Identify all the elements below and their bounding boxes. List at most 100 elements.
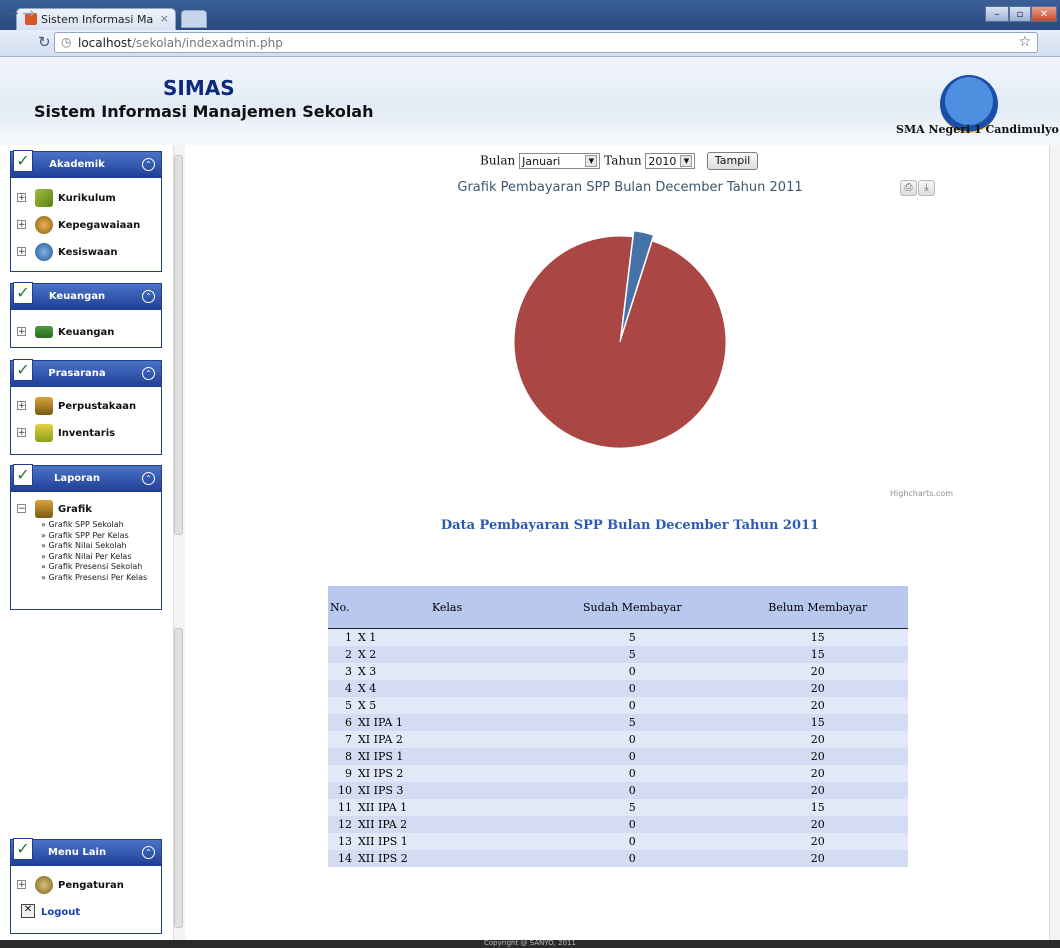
sidebar-item-pengaturan[interactable]: + Pengaturan bbox=[11, 872, 161, 899]
row-number: 8 bbox=[328, 748, 356, 765]
row-belum-membayar: 20 bbox=[727, 731, 908, 748]
row-kelas: X 3 bbox=[355, 663, 538, 680]
sidebar-link-grafik-presensi-per-kelas[interactable]: » Grafik Presensi Per Kelas bbox=[11, 573, 161, 584]
sidebar-item-kepegawaiaan[interactable]: + Kepegawaiaan bbox=[11, 212, 161, 239]
sidebar-item-perpustakaan[interactable]: + Perpustakaan bbox=[11, 393, 161, 420]
collapse-tree-icon[interactable]: − bbox=[17, 504, 26, 514]
panel-header[interactable]: ✓ Prasarana ⌃ bbox=[11, 359, 161, 387]
panel-title: Prasarana bbox=[48, 368, 106, 379]
close-window-button[interactable]: ✕ bbox=[1031, 6, 1057, 22]
sidebar-item-logout[interactable]: ✕ Logout bbox=[11, 899, 161, 926]
page-info-icon[interactable]: ◷ bbox=[61, 35, 71, 49]
row-number: 4 bbox=[328, 680, 356, 697]
school-name: SMA Negeri 1 Candimulyo bbox=[896, 123, 1059, 136]
panel-title: Keuangan bbox=[48, 291, 106, 302]
row-belum-membayar: 20 bbox=[727, 833, 908, 850]
print-icon[interactable]: ⎙ bbox=[900, 180, 917, 196]
sidebar-item-inventaris[interactable]: + Inventaris bbox=[11, 420, 161, 447]
collapse-icon[interactable]: ⌃ bbox=[142, 158, 155, 171]
tampil-button[interactable]: Tampil bbox=[706, 152, 759, 170]
row-sudah-membayar: 5 bbox=[537, 646, 728, 663]
panel-title: Laporan bbox=[54, 473, 100, 484]
new-tab-button[interactable] bbox=[181, 10, 207, 28]
pie-slice[interactable] bbox=[513, 235, 727, 449]
address-bar[interactable]: ◷ localhost/sekolah/indexadmin.php ☆ bbox=[54, 32, 1038, 53]
table-row: 10 XI IPS 3 0 20 bbox=[328, 782, 908, 799]
row-belum-membayar: 15 bbox=[727, 714, 908, 731]
close-tab-icon[interactable]: × bbox=[160, 12, 169, 25]
reload-icon[interactable]: ↻ bbox=[38, 33, 51, 51]
sidebar-link-grafik-nilai-per-kelas[interactable]: » Grafik Nilai Per Kelas bbox=[11, 552, 161, 563]
money-icon bbox=[35, 326, 53, 338]
forward-icon[interactable]: → bbox=[22, 4, 35, 22]
row-number: 6 bbox=[328, 714, 356, 731]
back-icon[interactable]: ← bbox=[6, 4, 19, 22]
tahun-label: Tahun bbox=[604, 153, 642, 168]
page-scrollbar[interactable] bbox=[1049, 145, 1060, 945]
footer-text: Copyright @ SANYO, 2011 bbox=[484, 939, 576, 947]
sidebar-item-keuangan[interactable]: + Keuangan bbox=[11, 319, 161, 346]
sidebar-link-grafik-spp-per-kelas[interactable]: » Grafik SPP Per Kelas bbox=[11, 531, 161, 542]
chevron-down-icon[interactable]: ▼ bbox=[680, 155, 693, 167]
panel-title: Menu Lain bbox=[47, 847, 107, 858]
sidebar-item-grafik[interactable]: − Grafik bbox=[11, 496, 161, 520]
row-number: 3 bbox=[328, 663, 356, 680]
collapse-icon[interactable]: ⌃ bbox=[142, 846, 155, 859]
panel-header[interactable]: ✓ Menu Lain ⌃ bbox=[11, 838, 161, 866]
row-kelas: XII IPS 1 bbox=[355, 833, 538, 850]
sidebar-item-kurikulum[interactable]: + Kurikulum bbox=[11, 185, 161, 212]
expand-icon[interactable]: + bbox=[17, 327, 26, 337]
sidebar-link-grafik-nilai-sekolah[interactable]: » Grafik Nilai Sekolah bbox=[11, 541, 161, 552]
minimize-button[interactable]: – bbox=[985, 6, 1009, 22]
sidebar-item-kesiswaan[interactable]: + Kesiswaan bbox=[11, 239, 161, 266]
row-kelas: XI IPA 2 bbox=[355, 731, 538, 748]
panel-prasarana: ✓ Prasarana ⌃ + Perpustakaan + Inventari… bbox=[10, 359, 162, 455]
collapse-icon[interactable]: ⌃ bbox=[142, 367, 155, 380]
sidebar-link-grafik-presensi-sekolah[interactable]: » Grafik Presensi Sekolah bbox=[11, 562, 161, 573]
expand-icon[interactable]: + bbox=[17, 193, 26, 203]
chevron-down-icon[interactable]: ▼ bbox=[585, 155, 598, 167]
row-kelas: XI IPS 3 bbox=[355, 782, 538, 799]
sidebar-scroll-thumb[interactable] bbox=[174, 628, 183, 928]
library-icon bbox=[35, 397, 53, 415]
bookmark-star-icon[interactable]: ☆ bbox=[1018, 34, 1031, 50]
panel-header[interactable]: ✓ Laporan ⌃ bbox=[11, 464, 161, 492]
row-belum-membayar: 20 bbox=[727, 663, 908, 680]
staff-icon bbox=[35, 216, 53, 234]
panel-laporan: ✓ Laporan ⌃ − Grafik » Grafik SPP Sekola… bbox=[10, 464, 162, 610]
expand-icon[interactable]: + bbox=[17, 247, 26, 257]
panel-header[interactable]: ✓ Keuangan ⌃ bbox=[11, 282, 161, 310]
row-sudah-membayar: 0 bbox=[537, 782, 728, 799]
browser-tab[interactable]: Sistem Informasi Manajeme × bbox=[16, 8, 176, 30]
page-footer: Copyright @ SANYO, 2011 bbox=[0, 940, 1060, 948]
table-row: 9 XI IPS 2 0 20 bbox=[328, 765, 908, 782]
row-sudah-membayar: 5 bbox=[537, 628, 728, 646]
expand-icon[interactable]: + bbox=[17, 428, 26, 438]
collapse-icon[interactable]: ⌃ bbox=[142, 290, 155, 303]
collapse-icon[interactable]: ⌃ bbox=[142, 472, 155, 485]
row-sudah-membayar: 0 bbox=[537, 731, 728, 748]
row-belum-membayar: 20 bbox=[727, 697, 908, 714]
settings-icon bbox=[35, 876, 53, 894]
expand-icon[interactable]: + bbox=[17, 880, 26, 890]
download-icon[interactable]: ⤓ bbox=[918, 180, 935, 196]
sidebar-scroll-thumb[interactable] bbox=[174, 155, 183, 535]
panel-akademik: ✓ Akademik ⌃ + Kurikulum + Kepegawaiaan … bbox=[10, 150, 162, 272]
row-kelas: XII IPA 1 bbox=[355, 799, 538, 816]
bulan-select[interactable]: Januari ▼ bbox=[519, 153, 601, 169]
row-sudah-membayar: 0 bbox=[537, 765, 728, 782]
expand-icon[interactable]: + bbox=[17, 220, 26, 230]
table-row: 7 XI IPA 2 0 20 bbox=[328, 731, 908, 748]
tahun-select[interactable]: 2010 ▼ bbox=[645, 153, 696, 169]
period-filter: Bulan Januari ▼ Tahun 2010 ▼ Tampil bbox=[480, 152, 759, 170]
chart-credit[interactable]: Highcharts.com bbox=[890, 489, 953, 498]
maximize-button[interactable]: ▫ bbox=[1009, 6, 1031, 22]
column-header: Kelas bbox=[355, 586, 538, 629]
table-row: 12 XII IPA 2 0 20 bbox=[328, 816, 908, 833]
address-bar-url[interactable]: localhost/sekolah/indexadmin.php bbox=[78, 36, 283, 50]
expand-icon[interactable]: + bbox=[17, 401, 26, 411]
sidebar-link-grafik-spp-sekolah[interactable]: » Grafik SPP Sekolah bbox=[11, 520, 161, 531]
panel-header[interactable]: ✓ Akademik ⌃ bbox=[11, 150, 161, 178]
row-sudah-membayar: 0 bbox=[537, 663, 728, 680]
row-kelas: X 5 bbox=[355, 697, 538, 714]
